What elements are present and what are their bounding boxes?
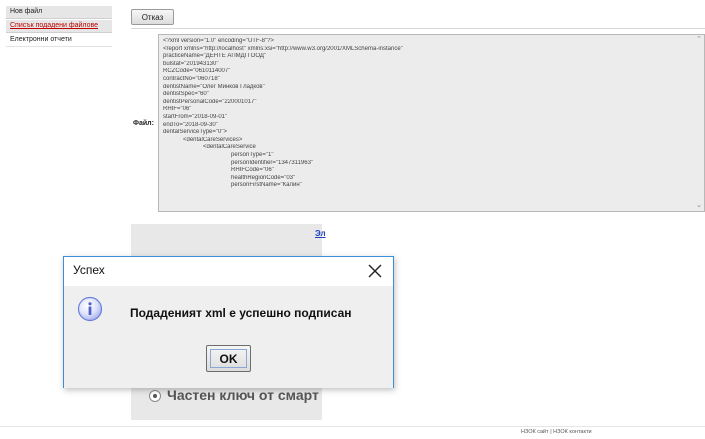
xml-line: dentistName="Олег Минков Гладков" <box>163 83 265 90</box>
xml-line: personType="1" <box>231 151 274 158</box>
xml-line: contractNo="060718" <box>163 75 220 82</box>
scroll-down-icon[interactable]: ⌄ <box>695 202 703 210</box>
xml-textarea[interactable]: <?xml version="1.0" encoding="UTF-8"?> <… <box>158 34 705 212</box>
xml-line: RCZCode="0610114007" <box>163 68 231 75</box>
header-divider <box>131 28 705 29</box>
dialog-title: Успех <box>73 263 105 277</box>
footer-links: НЗОК сайт | НЗОК контакти <box>521 429 592 435</box>
xml-line: dentistSpec="60" <box>163 91 209 98</box>
ok-button[interactable]: OK <box>206 345 251 372</box>
xml-line: personFirstName="Калин" <box>231 182 302 189</box>
footer-divider <box>0 426 705 427</box>
footer-separator: | <box>550 429 552 435</box>
signature-link[interactable]: Эл <box>315 229 326 238</box>
info-icon <box>77 296 103 322</box>
xml-line: <report xmlns="http://localhost" xmlns:x… <box>163 45 403 52</box>
xml-line: <?xml version="1.0" encoding="UTF-8"?> <box>163 38 274 44</box>
close-icon[interactable] <box>367 263 383 279</box>
xml-scrollbar[interactable]: ⌃ ⌄ <box>694 35 704 211</box>
xml-line: RHIFCode="06" <box>231 167 274 174</box>
smartcard-option-label: Частен ключ от смарт к <box>167 387 322 403</box>
footer-link-site[interactable]: НЗОК сайт <box>521 429 549 435</box>
xml-content: <?xml version="1.0" encoding="UTF-8"?> <… <box>163 38 692 190</box>
xml-line: endTo="2018-09-30" <box>163 121 218 128</box>
dialog-message: Подаденият xml е успешно подписан <box>130 306 352 320</box>
xml-line: RHIF="06" <box>163 106 192 113</box>
xml-line: practiceName="ДЕНТЕ АПМДП ООД" <box>163 53 267 60</box>
footer-link-contacts[interactable]: НЗОК контакти <box>553 429 591 435</box>
xml-line: <dentalCareServices> <box>183 136 243 143</box>
sidebar-item-submitted-files[interactable]: Списък подадени файлове <box>6 20 112 33</box>
xml-line: <dentalCareService <box>203 144 256 151</box>
sidebar-item-new-file[interactable]: Нов файл <box>6 6 112 19</box>
success-dialog: Успех Подаденият xml е успешно подписан … <box>63 256 394 388</box>
xml-line: personIdentifier="1347311963" <box>231 159 314 166</box>
dialog-titlebar[interactable]: Успех <box>64 257 393 286</box>
sidebar-nav: Нов файл Списък подадени файлове Електро… <box>6 6 112 48</box>
xml-line: dentistPersonalCode="220001017" <box>163 98 257 105</box>
scroll-up-icon[interactable]: ⌃ <box>695 36 703 44</box>
sidebar-item-electronic-reports[interactable]: Електронни отчети <box>6 34 112 47</box>
xml-line: healthRegionCode="03" <box>231 174 296 181</box>
xml-line: bulstat="201943130" <box>163 60 219 67</box>
cancel-button[interactable]: Отказ <box>131 9 174 25</box>
xml-line: startFrom="2018-09-01" <box>163 113 228 120</box>
smartcard-radio[interactable] <box>149 390 161 402</box>
xml-line: dentalServiceType="0"> <box>163 129 227 136</box>
file-label: Файл: <box>133 120 154 127</box>
dialog-body: Подаденият xml е успешно подписан OK <box>64 286 393 388</box>
